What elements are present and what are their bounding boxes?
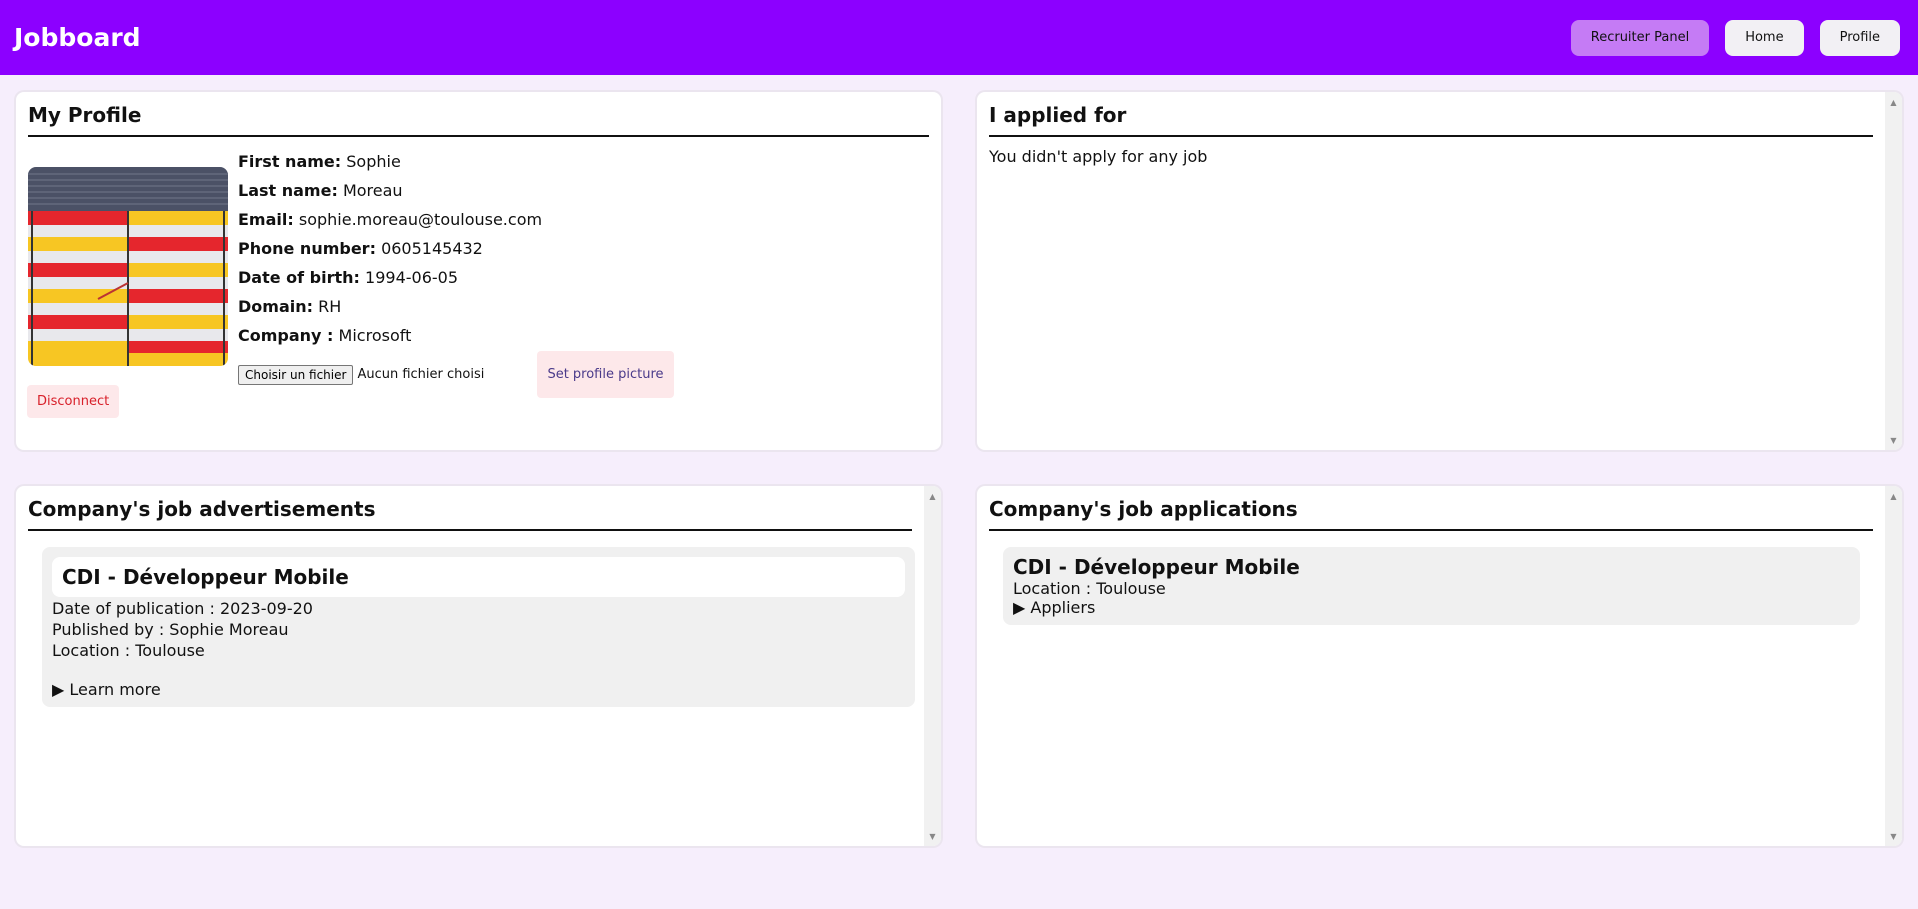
upload-row: Choisir un fichier Aucun fichier choisi … <box>238 351 674 398</box>
scroll-up-icon[interactable]: ▲ <box>1885 94 1902 110</box>
applied-panel: I applied for You didn't apply for any j… <box>977 92 1902 450</box>
top-bar: Jobboard Recruiter Panel Home Profile <box>0 0 1918 75</box>
job-ad-location: Location : Toulouse <box>52 641 205 660</box>
appliers-toggle[interactable]: ▶ Appliers <box>1013 598 1850 617</box>
set-profile-picture-button[interactable]: Set profile picture <box>537 351 674 398</box>
job-applications-title: Company's job applications <box>989 486 1873 531</box>
job-application-title: CDI - Développeur Mobile <box>1013 555 1300 579</box>
disclosure-triangle-icon: ▶ <box>52 680 65 699</box>
first-name-label: First name: <box>238 152 342 171</box>
file-status: Aucun fichier choisi <box>357 367 485 382</box>
job-ad-date: Date of publication : 2023-09-20 <box>52 599 313 618</box>
company-value: Microsoft <box>338 326 412 345</box>
birth-date-row: Date of birth: 1994-06-05 <box>238 263 674 292</box>
email-row: Email: sophie.moreau@toulouse.com <box>238 205 674 234</box>
scroll-up-icon[interactable]: ▲ <box>924 488 941 504</box>
applied-empty-message: You didn't apply for any job <box>989 147 1208 166</box>
scroll-down-icon[interactable]: ▼ <box>1885 828 1902 844</box>
profile-title: My Profile <box>28 92 929 137</box>
job-ad-card: CDI - Développeur Mobile Date of publica… <box>42 547 915 707</box>
last-name-value: Moreau <box>342 181 403 200</box>
job-ads-panel: Company's job advertisements CDI - Dével… <box>16 486 941 846</box>
domain-label: Domain: <box>238 297 314 316</box>
job-ads-scrollbar[interactable]: ▲ ▼ <box>924 486 941 846</box>
brand-title[interactable]: Jobboard <box>14 23 141 52</box>
profile-info: First name: Sophie Last name: Moreau Ema… <box>238 147 674 398</box>
disclosure-triangle-icon: ▶ <box>1013 598 1026 617</box>
nav-bar: Recruiter Panel Home Profile <box>1570 19 1904 56</box>
first-name-value: Sophie <box>346 152 401 171</box>
phone-label: Phone number: <box>238 239 376 258</box>
company-label: Company : <box>238 326 334 345</box>
email-label: Email: <box>238 210 294 229</box>
job-ad-publisher: Published by : Sophie Moreau <box>52 620 289 639</box>
job-applications-panel: Company's job applications CDI - Dévelop… <box>977 486 1902 846</box>
appliers-label: Appliers <box>1030 598 1096 617</box>
birth-date-label: Date of birth: <box>238 268 360 287</box>
scroll-up-icon[interactable]: ▲ <box>1885 488 1902 504</box>
profile-button[interactable]: Profile <box>1819 19 1900 56</box>
phone-row: Phone number: 0605145432 <box>238 234 674 263</box>
first-name-row: First name: Sophie <box>238 147 674 176</box>
disconnect-button[interactable]: Disconnect <box>27 385 120 418</box>
applied-title: I applied for <box>989 92 1873 137</box>
domain-row: Domain: RH <box>238 292 674 321</box>
phone-value: 0605145432 <box>381 239 483 258</box>
scroll-down-icon[interactable]: ▼ <box>924 828 941 844</box>
job-applications-scrollbar[interactable]: ▲ ▼ <box>1885 486 1902 846</box>
email-value: sophie.moreau@toulouse.com <box>298 210 543 229</box>
choose-file-button[interactable]: Choisir un fichier <box>238 364 354 385</box>
learn-more-label: Learn more <box>69 680 161 699</box>
profile-panel: My Profile First name: Sophie Last name:… <box>16 92 941 450</box>
domain-value: RH <box>318 297 342 316</box>
learn-more-toggle[interactable]: ▶ Learn more <box>52 680 905 699</box>
company-row: Company : Microsoft <box>238 321 674 350</box>
home-button[interactable]: Home <box>1725 19 1804 56</box>
job-application-card: CDI - Développeur Mobile Location : Toul… <box>1003 547 1860 625</box>
birth-date-value: 1994-06-05 <box>365 268 459 287</box>
applied-scrollbar[interactable]: ▲ ▼ <box>1885 92 1902 450</box>
recruiter-panel-button[interactable]: Recruiter Panel <box>1570 19 1710 56</box>
job-ad-title: CDI - Développeur Mobile <box>52 557 905 597</box>
job-application-location: Location : Toulouse <box>1013 579 1166 598</box>
last-name-row: Last name: Moreau <box>238 176 674 205</box>
job-ads-title: Company's job advertisements <box>28 486 912 531</box>
scroll-down-icon[interactable]: ▼ <box>1885 432 1902 448</box>
last-name-label: Last name: <box>238 181 338 200</box>
avatar <box>28 167 228 366</box>
